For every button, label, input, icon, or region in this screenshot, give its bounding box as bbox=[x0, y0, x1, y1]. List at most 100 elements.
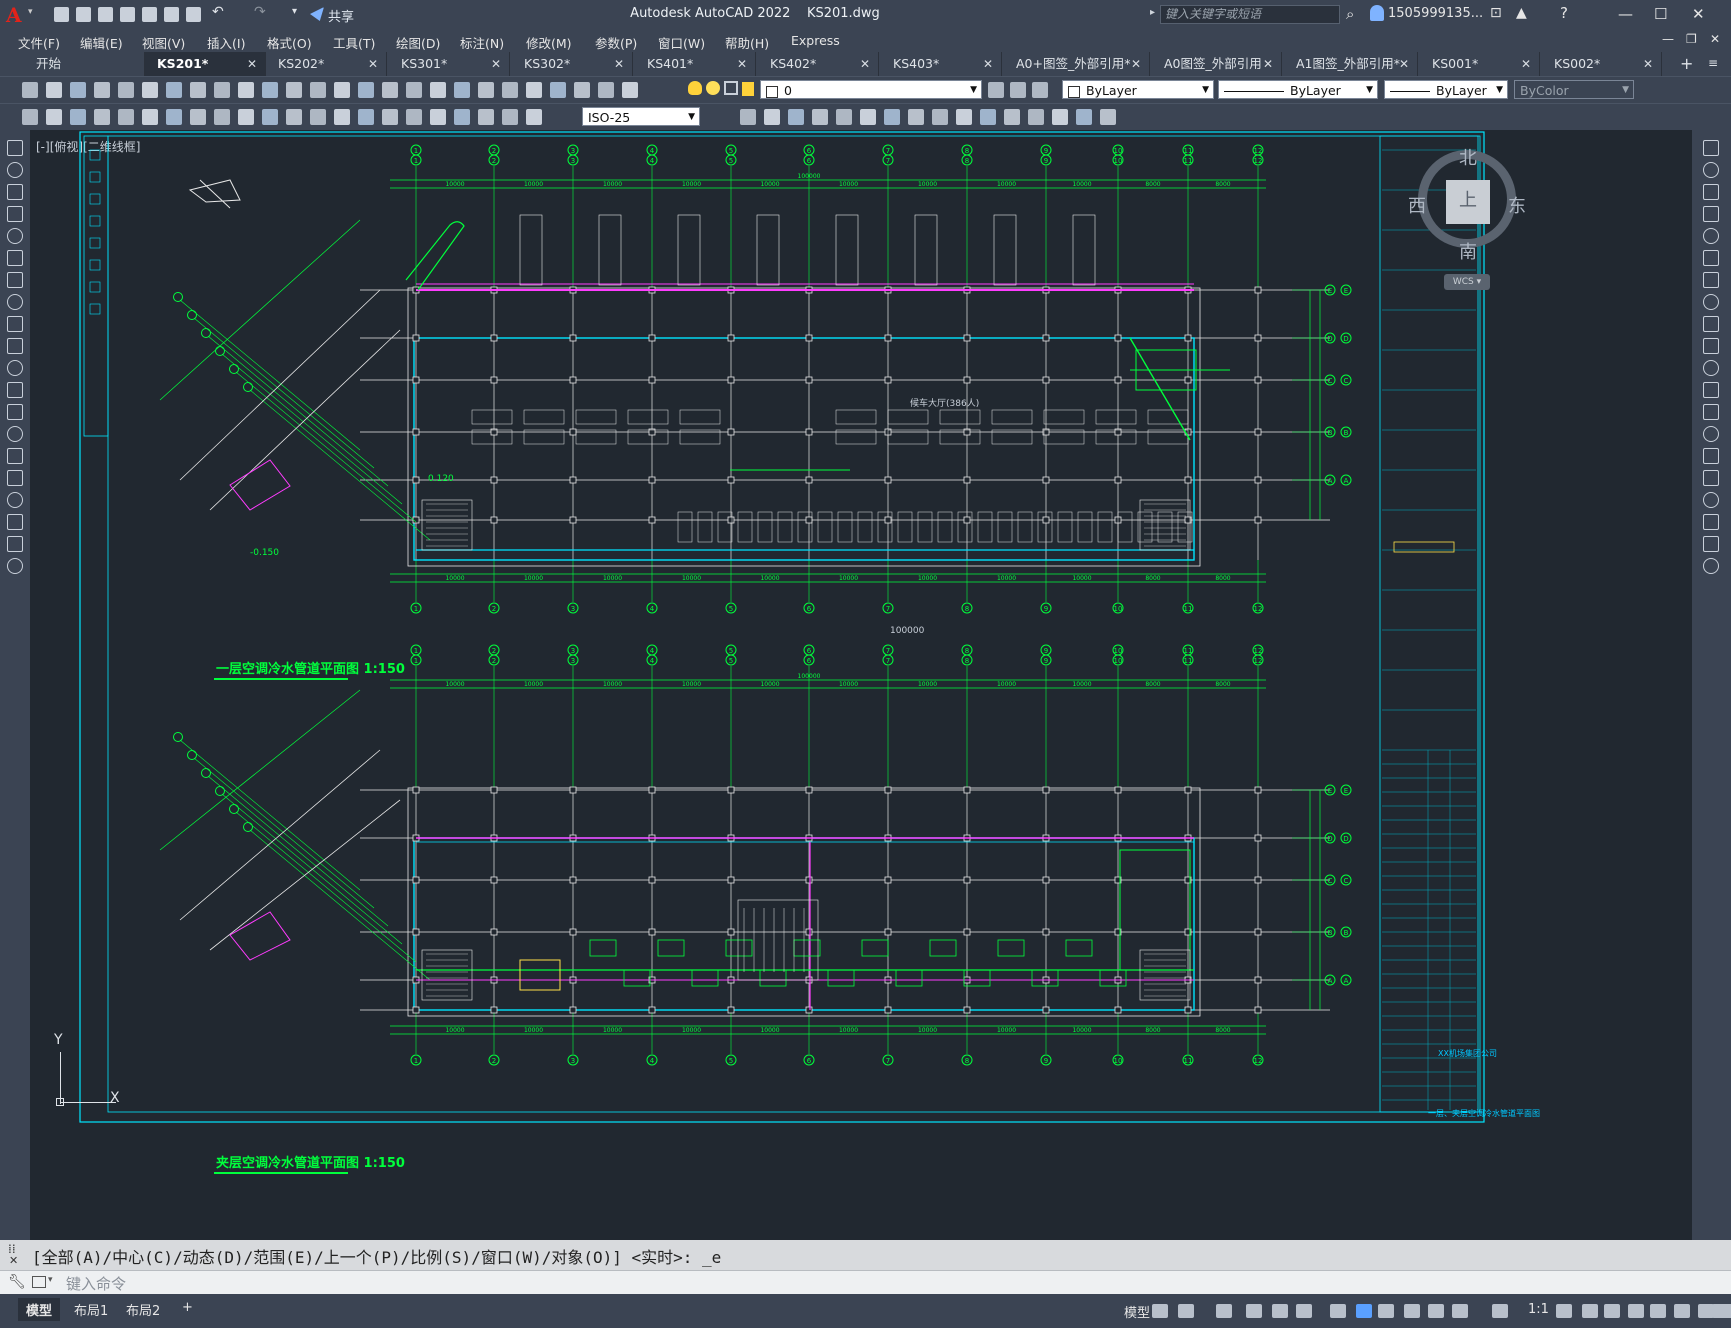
transparency-toggle-icon[interactable] bbox=[1428, 1304, 1444, 1318]
lineweight-toggle-icon[interactable] bbox=[1404, 1304, 1420, 1318]
lock-ui-toggle-icon[interactable] bbox=[1674, 1304, 1690, 1318]
menu-file[interactable]: 文件(F) bbox=[18, 33, 60, 52]
dim-style-icon[interactable] bbox=[502, 109, 518, 125]
menu-edit[interactable]: 编辑(E) bbox=[80, 33, 123, 52]
menu-draw[interactable]: 绘图(D) bbox=[396, 33, 440, 52]
layout-tab-layout1[interactable]: 布局1 bbox=[66, 1298, 116, 1321]
doc-restore-button[interactable]: ❐ bbox=[1686, 32, 1697, 46]
group-edit-icon[interactable] bbox=[980, 109, 996, 125]
viewcube-north[interactable]: 北 bbox=[1459, 144, 1477, 170]
arc-length-dim-icon[interactable] bbox=[70, 109, 86, 125]
viewcube[interactable]: 上 北 南 西 东 WCS ▾ bbox=[1404, 140, 1534, 290]
tab-ks201[interactable]: KS201* ✕ bbox=[145, 52, 266, 76]
layer-on-icon[interactable] bbox=[688, 81, 702, 95]
copy-icon[interactable] bbox=[190, 82, 206, 98]
viewcube-east[interactable]: 东 bbox=[1508, 192, 1526, 218]
sheet-set-icon[interactable] bbox=[478, 82, 494, 98]
pan-icon[interactable] bbox=[310, 82, 326, 98]
array-icon[interactable] bbox=[1703, 228, 1719, 244]
tab-a1-titleblock[interactable]: A1图签_外部引用* ✕ bbox=[1284, 52, 1418, 76]
infer-constraints-toggle-icon[interactable] bbox=[1216, 1304, 1232, 1318]
annotation-visibility-toggle-icon[interactable] bbox=[1492, 1304, 1508, 1318]
dimstyle-dropdown[interactable]: ISO-25 ▼ bbox=[582, 107, 700, 126]
search-input[interactable]: 键入关键字或短语 bbox=[1160, 5, 1340, 24]
ortho-toggle-icon[interactable] bbox=[1272, 1304, 1288, 1318]
spline-icon[interactable] bbox=[7, 316, 23, 332]
hatch-icon[interactable] bbox=[7, 448, 23, 464]
insert-block-icon[interactable] bbox=[7, 382, 23, 398]
inspect-icon[interactable] bbox=[382, 109, 398, 125]
send-under-icon[interactable] bbox=[812, 109, 828, 125]
tool-palettes-icon[interactable] bbox=[454, 82, 470, 98]
tab-start[interactable]: 开始 bbox=[24, 52, 145, 76]
boundary-icon[interactable] bbox=[1100, 109, 1116, 125]
close-icon[interactable]: ✕ bbox=[1399, 52, 1409, 76]
fillet-icon[interactable] bbox=[1703, 470, 1719, 486]
bring-above-icon[interactable] bbox=[788, 109, 804, 125]
menu-format[interactable]: 格式(O) bbox=[267, 33, 312, 52]
join-icon[interactable] bbox=[1703, 426, 1719, 442]
close-button[interactable]: ✕ bbox=[1692, 5, 1705, 23]
ellipse-icon[interactable] bbox=[7, 338, 23, 354]
dim-space-icon[interactable] bbox=[286, 109, 302, 125]
layer-iso-icon[interactable] bbox=[622, 82, 638, 98]
customize-icon[interactable]: 🔧︎ bbox=[8, 1274, 26, 1290]
command-window-close-icon[interactable]: ✕ bbox=[9, 1254, 18, 1267]
command-input[interactable]: 键入命令 bbox=[66, 1273, 126, 1294]
edit-spline-icon[interactable] bbox=[1703, 558, 1719, 574]
annotation-scale[interactable]: 1:1 bbox=[1528, 1302, 1549, 1317]
revcloud-icon[interactable] bbox=[1052, 109, 1068, 125]
drawing-canvas[interactable]: [-][俯视][二维线框] 11122233344455566677788899… bbox=[30, 130, 1692, 1240]
user-icon[interactable] bbox=[1370, 5, 1384, 21]
layer-state-icon[interactable] bbox=[598, 82, 614, 98]
menu-view[interactable]: 视图(V) bbox=[142, 33, 185, 52]
baseline-dim-icon[interactable] bbox=[238, 109, 254, 125]
quick-dim-icon[interactable] bbox=[214, 109, 230, 125]
paste-icon[interactable] bbox=[214, 82, 230, 98]
linetype-dropdown[interactable]: ByLayer ▼ bbox=[1218, 80, 1378, 99]
recent-commands-icon[interactable] bbox=[32, 1276, 46, 1288]
text-front-icon[interactable] bbox=[836, 109, 852, 125]
viewcube-west[interactable]: 西 bbox=[1408, 192, 1426, 218]
menu-express[interactable]: Express bbox=[791, 33, 840, 48]
close-icon[interactable]: ✕ bbox=[737, 52, 747, 76]
tab-ks001[interactable]: KS001* ✕ bbox=[1420, 52, 1540, 76]
scale-icon[interactable] bbox=[1703, 294, 1719, 310]
autodesk-app-store-icon[interactable]: ▲ bbox=[1516, 5, 1527, 21]
tab-ks002[interactable]: KS002* ✕ bbox=[1542, 52, 1662, 76]
layer-previous-icon[interactable] bbox=[1032, 82, 1048, 98]
dim-break-icon[interactable] bbox=[310, 109, 326, 125]
close-icon[interactable]: ✕ bbox=[1521, 52, 1531, 76]
annotation-monitor-toggle-icon[interactable] bbox=[1604, 1304, 1620, 1318]
trim-icon[interactable] bbox=[1703, 338, 1719, 354]
circle-icon[interactable] bbox=[7, 272, 23, 288]
maximize-button[interactable]: ☐ bbox=[1654, 5, 1667, 23]
gradient-icon[interactable] bbox=[7, 470, 23, 486]
construction-line-icon[interactable] bbox=[7, 162, 23, 178]
layer-unlock-icon[interactable] bbox=[742, 82, 754, 96]
tab-ks301[interactable]: KS301* ✕ bbox=[389, 52, 510, 76]
arc-icon[interactable] bbox=[7, 250, 23, 266]
rectangle-icon[interactable] bbox=[7, 228, 23, 244]
close-icon[interactable]: ✕ bbox=[1643, 52, 1653, 76]
viewcube-south[interactable]: 南 bbox=[1459, 238, 1477, 264]
close-icon[interactable]: ✕ bbox=[247, 52, 257, 76]
dynamic-input-toggle-icon[interactable] bbox=[1246, 1304, 1262, 1318]
color-dropdown[interactable]: ByLayer ▼ bbox=[1062, 80, 1214, 99]
tab-ks402[interactable]: KS402* ✕ bbox=[758, 52, 879, 76]
ordinate-dim-icon[interactable] bbox=[94, 109, 110, 125]
polyline-icon[interactable] bbox=[7, 184, 23, 200]
tab-ks302[interactable]: KS302* ✕ bbox=[512, 52, 633, 76]
tab-ks403[interactable]: KS403* ✕ bbox=[881, 52, 1002, 76]
chamfer-icon[interactable] bbox=[1703, 448, 1719, 464]
cut-icon[interactable] bbox=[166, 82, 182, 98]
move-icon[interactable] bbox=[1703, 250, 1719, 266]
tab-list-icon[interactable]: ≡ bbox=[1708, 56, 1718, 70]
add-layout-button[interactable]: + bbox=[174, 1298, 201, 1317]
break-at-point-icon[interactable] bbox=[1703, 382, 1719, 398]
lineweight-dropdown[interactable]: ByLayer ▼ bbox=[1384, 80, 1508, 99]
hatch-back-icon[interactable] bbox=[908, 109, 924, 125]
cart-icon[interactable]: ⊡ bbox=[1490, 5, 1502, 21]
close-icon[interactable]: ✕ bbox=[368, 52, 378, 76]
doc-minimize-button[interactable]: — bbox=[1662, 32, 1674, 46]
